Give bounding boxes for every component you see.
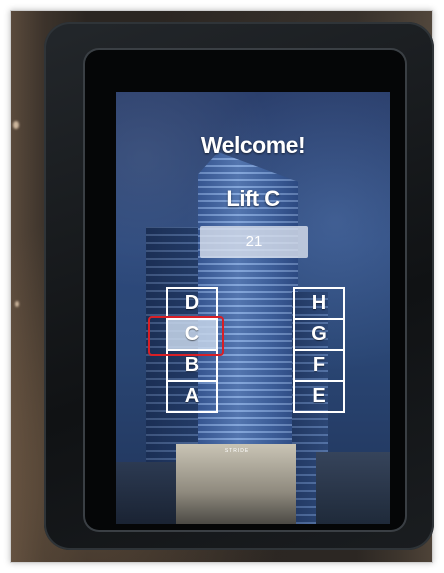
kiosk-screen: STRIDE Welcome! Lift C 21 D C B A H G F … [116, 92, 390, 524]
background-light [13, 121, 19, 129]
lift-button-h[interactable]: H [295, 289, 343, 320]
lift-button-e[interactable]: E [295, 382, 343, 411]
street-right [316, 452, 390, 524]
lift-grid-left: D C B A [166, 287, 218, 413]
welcome-heading: Welcome! [200, 132, 306, 158]
building-podium [176, 444, 296, 524]
floor-number-display[interactable]: 21 [200, 226, 308, 258]
lift-assignment-title: Lift C [226, 186, 280, 211]
lift-button-f[interactable]: F [295, 351, 343, 382]
lift-button-a[interactable]: A [168, 382, 216, 411]
lift-button-c[interactable]: C [168, 320, 216, 351]
lift-button-b[interactable]: B [168, 351, 216, 382]
lift-button-g[interactable]: G [295, 320, 343, 351]
building-sign: STRIDE [224, 448, 250, 454]
lift-grid-right: H G F E [293, 287, 345, 413]
lift-button-d[interactable]: D [168, 289, 216, 320]
background-light [15, 301, 19, 307]
